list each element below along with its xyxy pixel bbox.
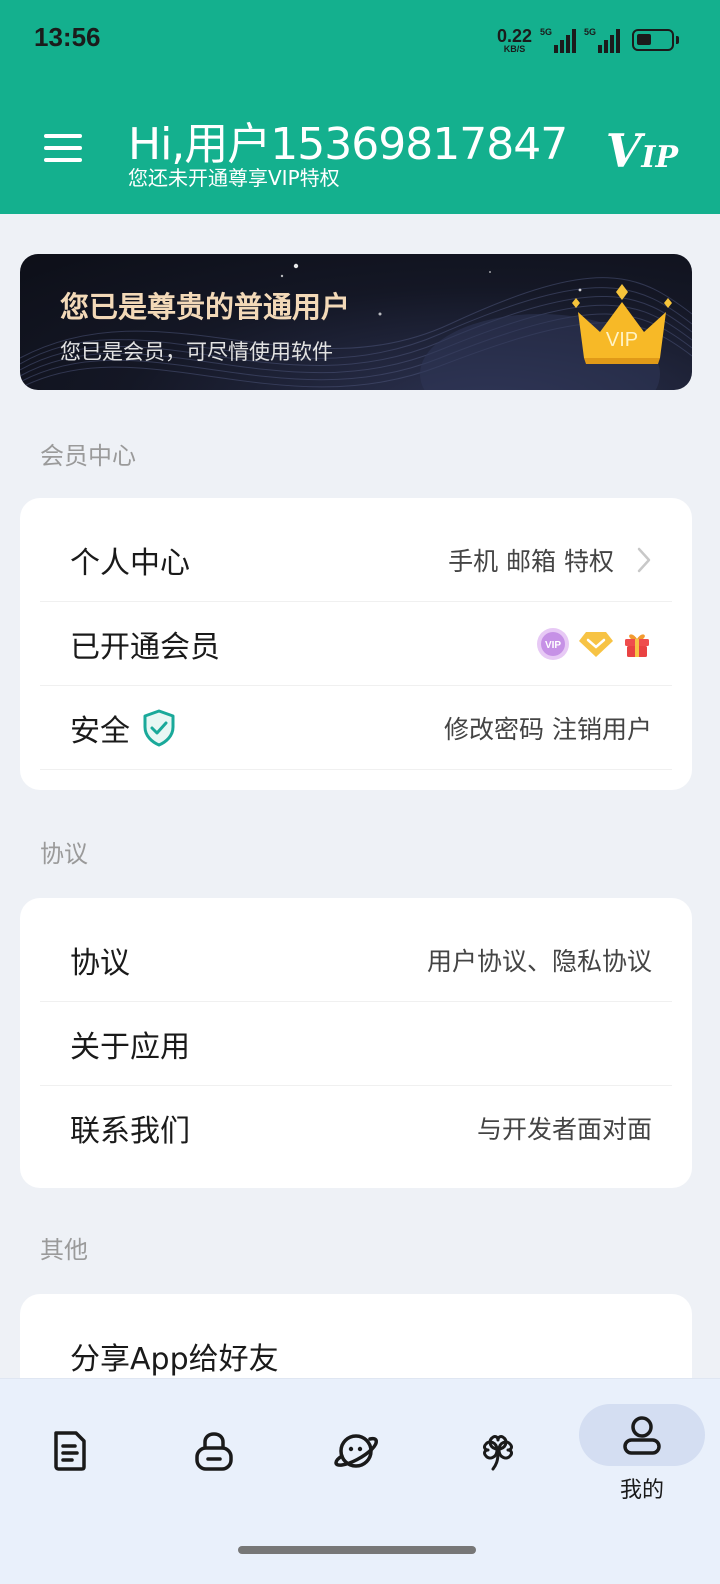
member-center-card: 个人中心 手机 邮箱 特权 已开通会员 VIP 安全 修改密码 注销用户 [20, 498, 692, 790]
planet-icon [334, 1434, 378, 1468]
gift-icon [625, 633, 649, 657]
member-badges: VIP [536, 627, 652, 661]
document-icon [54, 1431, 86, 1471]
vip-badge-text: VIP [545, 640, 561, 651]
row-label: 分享App给好友 [70, 1342, 279, 1377]
section-label-other: 其他 [40, 1236, 88, 1264]
vip-status-subtitle: 您还未开通尊享VIP特权 [128, 166, 340, 190]
active-pill [579, 1404, 705, 1466]
row-contact-us[interactable]: 联系我们 与开发者面对面 [40, 1086, 672, 1170]
banner-subtitle: 您已是会员，可尽情使用软件 [60, 340, 333, 364]
vip-logo-ip: IP [641, 140, 678, 175]
nav-label-mine: 我的 [619, 1478, 664, 1503]
row-value: 手机 邮箱 特权 [448, 546, 614, 576]
signal-label: 5G [540, 27, 553, 37]
home-indicator[interactable] [238, 1546, 476, 1554]
row-agreement[interactable]: 协议 用户协议、隐私协议 [40, 918, 672, 1002]
agreement-card: 协议 用户协议、隐私协议 关于应用 联系我们 与开发者面对面 [20, 898, 692, 1188]
diamond-badge-icon [579, 631, 613, 657]
row-label: 联系我们 [70, 1114, 190, 1149]
nav-item-lock[interactable] [150, 1399, 278, 1509]
nav-item-planet[interactable] [292, 1399, 420, 1509]
crown-vip-text: VIP [606, 329, 638, 351]
row-label: 协议 [70, 945, 130, 981]
row-security[interactable]: 安全 修改密码 注销用户 [40, 686, 672, 770]
status-time: 13:56 [34, 22, 101, 52]
banner-title: 您已是尊贵的普通用户 [60, 290, 351, 324]
battery-fill [637, 34, 651, 45]
network-speed-value: 0.22 [496, 25, 532, 46]
section-label-agreement: 协议 [40, 840, 88, 868]
membership-banner[interactable]: 您已是尊贵的普通用户 您已是会员，可尽情使用软件 VIP [20, 254, 692, 390]
shield-check-icon [143, 709, 175, 746]
row-value: 用户协议、隐私协议 [426, 946, 652, 976]
status-bar: 13:56 0.22 KB/S 5G 5G [0, 0, 720, 80]
chevron-right-icon [637, 547, 651, 572]
network-speed-unit: KB/S [503, 43, 526, 54]
header: 13:56 0.22 KB/S 5G 5G Hi,用户15369817847 您… [0, 0, 720, 214]
signal-label: 5G [584, 27, 597, 37]
menu-icon[interactable] [44, 134, 82, 162]
crown-icon: VIP [572, 284, 672, 364]
row-about-app[interactable]: 关于应用 [40, 1002, 672, 1086]
nav-item-clover[interactable] [434, 1399, 562, 1509]
clover-icon [483, 1435, 513, 1471]
signal-icon: 5G [540, 27, 576, 53]
row-personal-center[interactable]: 个人中心 手机 邮箱 特权 [40, 518, 672, 602]
signal-icon: 5G [584, 27, 620, 53]
battery-icon [632, 29, 679, 51]
status-icons: 0.22 KB/S 5G 5G [497, 24, 679, 56]
row-value: 与开发者面对面 [476, 1115, 652, 1144]
row-label: 已开通会员 [70, 629, 220, 665]
row-label: 关于应用 [70, 1029, 190, 1065]
network-speed: 0.22 KB/S [497, 27, 532, 54]
vip-logo[interactable]: VIP [606, 124, 678, 178]
user-icon [623, 1416, 661, 1455]
row-membership[interactable]: 已开通会员 VIP [40, 602, 672, 686]
nav-item-documents[interactable] [6, 1399, 134, 1509]
row-label: 安全 [70, 713, 130, 749]
row-label: 个人中心 [70, 545, 190, 581]
lock-icon [195, 1432, 233, 1471]
nav-item-mine[interactable]: 我的 [578, 1399, 706, 1509]
vip-logo-v: V [605, 124, 642, 178]
vip-badge-icon: VIP [537, 627, 569, 660]
row-value: 修改密码 注销用户 [444, 714, 652, 744]
section-label-member-center: 会员中心 [40, 442, 136, 470]
